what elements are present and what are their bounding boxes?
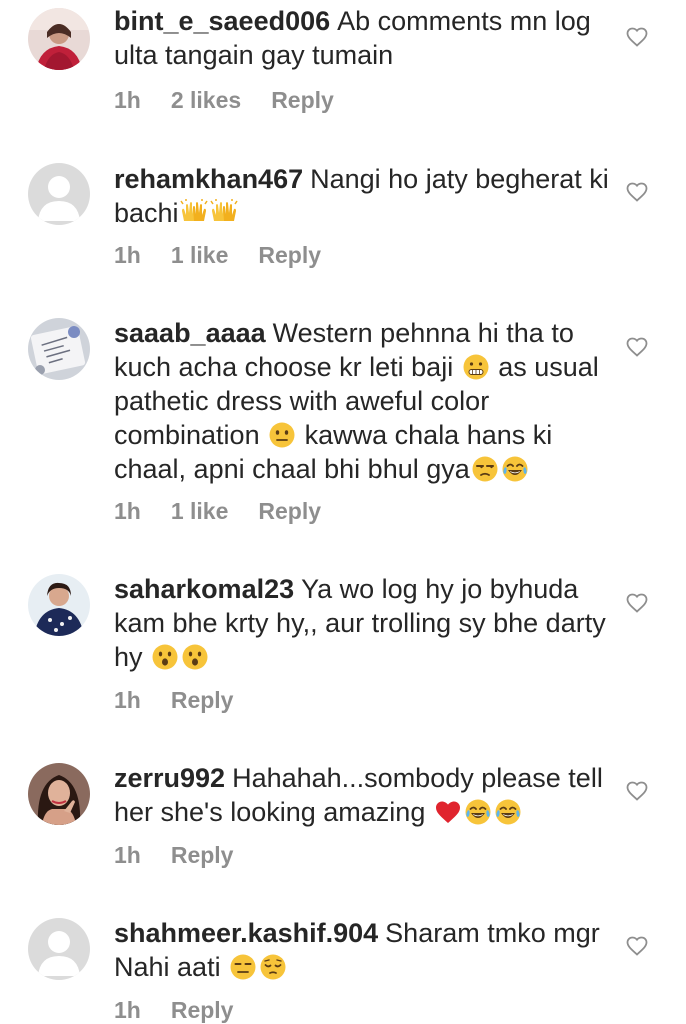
heart-outline-icon[interactable] <box>625 779 649 803</box>
heart-outline-icon[interactable] <box>625 335 649 359</box>
comment-time: 1h <box>114 842 141 868</box>
comment-meta: 1h 1 like Reply <box>114 241 351 269</box>
neutral-face-icon <box>268 421 296 449</box>
comment-meta: 1h Reply <box>114 996 263 1024</box>
surprised-face-icon <box>151 643 179 671</box>
comment-text: saaab_aaaa Western pehnna hi tha to kuch … <box>114 316 614 486</box>
reply-button[interactable]: Reply <box>171 841 234 869</box>
comment-text: rehamkhan467 Nangi ho jaty begherat ki ba… <box>114 162 614 230</box>
comment-time: 1h <box>114 498 141 524</box>
reply-button[interactable]: Reply <box>258 497 321 525</box>
avatar[interactable] <box>28 318 90 380</box>
comment-username[interactable]: zerru992 <box>114 763 225 793</box>
comment-likes[interactable]: 2 likes <box>171 86 241 114</box>
comment-time: 1h <box>114 997 141 1023</box>
comment-text: shahmeer.kashif.904 Sharam tmko mgr Nahi … <box>114 916 614 984</box>
avatar[interactable] <box>28 918 90 980</box>
heart-outline-icon[interactable] <box>625 934 649 958</box>
reply-button[interactable]: Reply <box>171 996 234 1024</box>
comment-meta: 1h 2 likes Reply <box>114 86 364 114</box>
comment-username[interactable]: saaab_aaaa <box>114 318 266 348</box>
comment-meta: 1h 1 like Reply <box>114 497 351 525</box>
comment-text: bint_e_saeed006 Ab comments mn log ulta t… <box>114 4 614 72</box>
comment-time: 1h <box>114 87 141 113</box>
tears-of-joy-icon <box>464 798 492 826</box>
avatar[interactable] <box>28 163 90 225</box>
comment-text: saharkomal23 Ya wo log hy jo byhuda kam b… <box>114 572 614 674</box>
expressionless-face-icon <box>229 953 257 981</box>
comment-time: 1h <box>114 687 141 713</box>
heart-outline-icon[interactable] <box>625 180 649 204</box>
comment-username[interactable]: rehamkhan467 <box>114 164 303 194</box>
comment-likes[interactable]: 1 like <box>171 241 229 269</box>
comment-username[interactable]: bint_e_saeed006 <box>114 6 330 36</box>
heart-outline-icon[interactable] <box>625 591 649 615</box>
comment-text: zerru992 Hahahah...sombody please tell he… <box>114 761 614 829</box>
red-heart-icon <box>434 798 462 826</box>
unamused-face-icon <box>471 455 499 483</box>
comment-meta: 1h Reply <box>114 686 263 714</box>
pensive-face-icon <box>259 953 287 981</box>
comment-likes[interactable]: 1 like <box>171 497 229 525</box>
avatar[interactable] <box>28 8 90 70</box>
reply-button[interactable]: Reply <box>271 86 334 114</box>
comment-username[interactable]: saharkomal23 <box>114 574 294 604</box>
avatar[interactable] <box>28 574 90 636</box>
avatar[interactable] <box>28 763 90 825</box>
comment-time: 1h <box>114 242 141 268</box>
raising-hands-icon <box>179 199 208 227</box>
hot-face-icon <box>462 353 490 381</box>
reply-button[interactable]: Reply <box>258 241 321 269</box>
comment-username[interactable]: shahmeer.kashif.904 <box>114 918 378 948</box>
comment-meta: 1h Reply <box>114 841 263 869</box>
reply-button[interactable]: Reply <box>171 686 234 714</box>
raising-hands-icon <box>209 199 238 227</box>
tears-of-joy-icon <box>501 455 529 483</box>
heart-outline-icon[interactable] <box>625 25 649 49</box>
tears-of-joy-icon <box>494 798 522 826</box>
surprised-face-icon <box>181 643 209 671</box>
